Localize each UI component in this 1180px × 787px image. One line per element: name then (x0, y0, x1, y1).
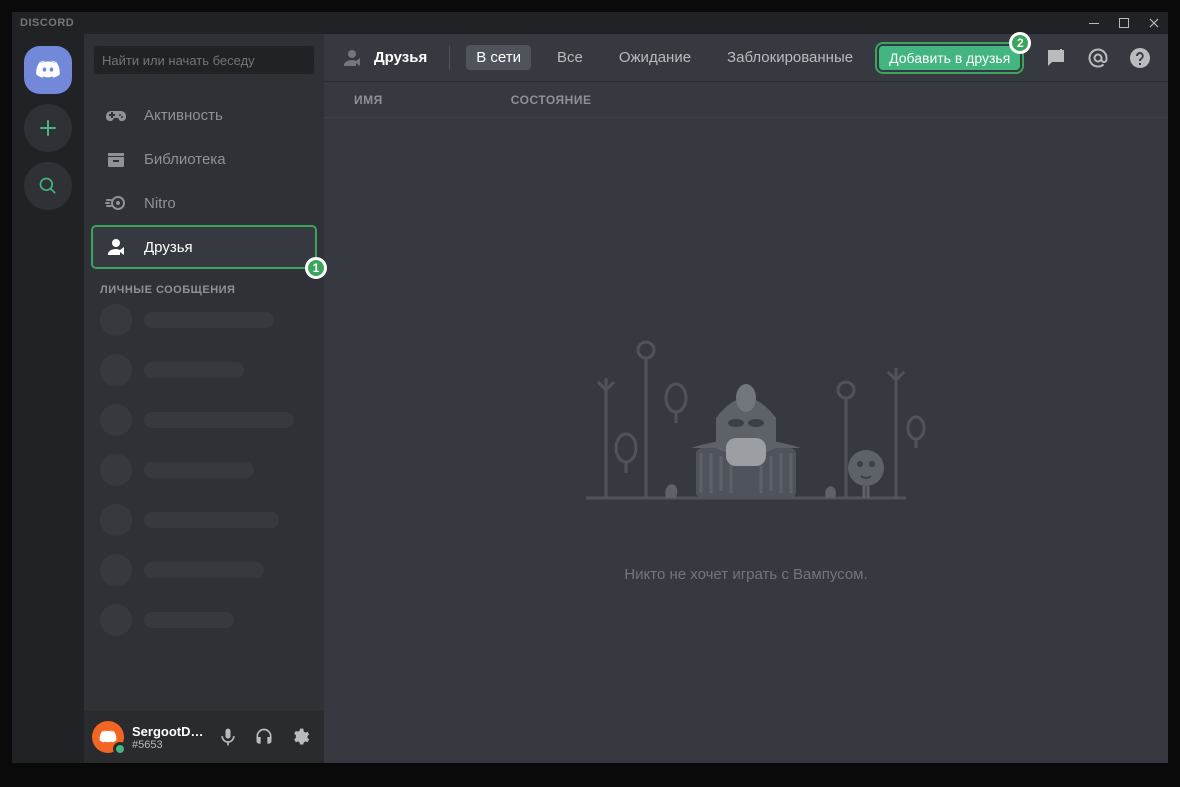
topbar-title: Друзья (340, 46, 450, 70)
maximize-button[interactable] (1118, 17, 1130, 29)
friend-list-header: ИМЯ СОСТОЯНИЕ (324, 82, 1168, 118)
friends-icon (104, 235, 128, 259)
search-icon (38, 176, 58, 196)
column-name: ИМЯ (354, 93, 383, 107)
close-button[interactable] (1148, 17, 1160, 29)
tab-pending[interactable]: Ожидание (609, 45, 701, 70)
microphone-icon (218, 727, 238, 747)
user-avatar[interactable] (92, 721, 124, 753)
headphones-icon (254, 727, 274, 747)
topbar: Друзья В сети Все Ожидание Заблокированн… (324, 34, 1168, 82)
plus-icon (36, 116, 60, 140)
server-list (12, 34, 84, 763)
chat-plus-icon (1044, 46, 1068, 70)
nav-label: Библиотека (144, 151, 226, 168)
app-brand: DISCORD (20, 17, 74, 29)
nav-label: Активность (144, 107, 223, 124)
step-callout-1: 1 (305, 257, 327, 279)
user-info[interactable]: SergootDis... #5653 (132, 724, 204, 751)
settings-button[interactable] (284, 721, 316, 753)
tab-all[interactable]: Все (547, 45, 593, 70)
nav-friends[interactable]: Друзья 1 (92, 226, 316, 268)
main-content: Друзья В сети Все Ожидание Заблокированн… (324, 34, 1168, 763)
add-friend-button[interactable]: Добавить в друзья 2 (879, 46, 1020, 70)
mentions-button[interactable] (1086, 46, 1110, 70)
minimize-button[interactable] (1088, 17, 1100, 29)
friends-icon (340, 46, 364, 70)
new-group-dm-button[interactable] (1044, 46, 1068, 70)
user-name: SergootDis... (132, 724, 204, 739)
gear-icon (290, 727, 310, 747)
column-status: СОСТОЯНИЕ (511, 93, 592, 107)
user-tag: #5653 (132, 739, 204, 751)
channel-panel: Активность Библиотека Nitro Друзья 1 ЛИЧ… (84, 34, 324, 763)
nav-activity[interactable]: Активность (92, 94, 316, 136)
dm-search-input[interactable] (102, 53, 306, 68)
discord-logo-icon (34, 56, 62, 84)
empty-state: Никто не хочет играть с Вампусом. (324, 118, 1168, 763)
tab-online[interactable]: В сети (466, 45, 531, 70)
dm-search[interactable] (94, 46, 314, 74)
gamepad-icon (104, 103, 128, 127)
help-icon (1128, 46, 1152, 70)
library-icon (104, 147, 128, 171)
nav-label: Nitro (144, 195, 176, 212)
home-button[interactable] (24, 46, 72, 94)
dm-section-header: ЛИЧНЫЕ СООБЩЕНИЯ (84, 268, 324, 304)
page-title: Друзья (374, 49, 427, 66)
dm-placeholder-list (84, 304, 324, 636)
nav-label: Друзья (144, 239, 193, 256)
add-server-button[interactable] (24, 104, 72, 152)
mute-button[interactable] (212, 721, 244, 753)
nitro-icon (104, 191, 128, 215)
window-controls (1088, 17, 1160, 29)
wumpus-illustration (546, 298, 946, 538)
nav-library[interactable]: Библиотека (92, 138, 316, 180)
empty-state-text: Никто не хочет играть с Вампусом. (624, 566, 867, 583)
user-panel: SergootDis... #5653 (84, 711, 324, 763)
add-friend-label: Добавить в друзья (889, 50, 1010, 66)
deafen-button[interactable] (248, 721, 280, 753)
tab-blocked[interactable]: Заблокированные (717, 45, 863, 70)
discover-button[interactable] (24, 162, 72, 210)
at-icon (1086, 46, 1110, 70)
titlebar: DISCORD (12, 12, 1168, 34)
help-button[interactable] (1128, 46, 1152, 70)
nav-nitro[interactable]: Nitro (92, 182, 316, 224)
status-indicator (113, 742, 127, 756)
step-callout-2: 2 (1009, 32, 1031, 54)
